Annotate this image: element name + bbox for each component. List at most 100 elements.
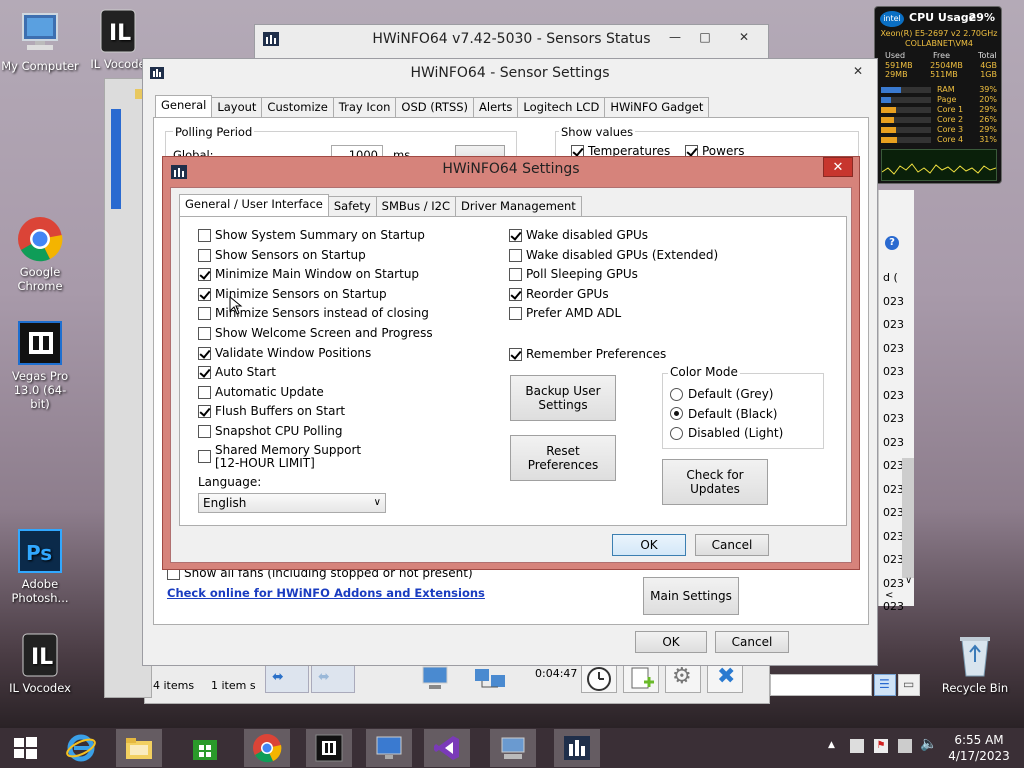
desktop-icon-vegas-pro[interactable]: Vegas Pro 13.0 (64-bit): [0, 320, 80, 411]
cancel-button[interactable]: Cancel: [695, 534, 769, 556]
check-for-updates-button[interactable]: Check for Updates: [662, 459, 768, 505]
checkbox-box[interactable]: [198, 248, 211, 262]
checkbox-box[interactable]: [198, 366, 211, 380]
option-checkbox[interactable]: Flush Buffers on Start: [198, 405, 345, 419]
option-checkbox[interactable]: Poll Sleeping GPUs: [509, 268, 638, 282]
checkbox-box[interactable]: [509, 287, 522, 301]
checkbox-box[interactable]: [198, 287, 211, 301]
add-report-button[interactable]: [623, 663, 659, 693]
minimize-button[interactable]: —: [658, 27, 692, 47]
reset-preferences-button[interactable]: Reset Preferences: [510, 435, 616, 481]
addons-link[interactable]: Check online for HWiNFO Addons and Exten…: [167, 586, 485, 600]
tab-alerts[interactable]: Alerts: [473, 97, 519, 117]
speaker-muted-icon[interactable]: 🔈: [920, 736, 937, 752]
taskbar-network-monitor[interactable]: [490, 729, 536, 767]
color-mode-radio[interactable]: Disabled (Light): [670, 426, 783, 440]
checkbox-box[interactable]: [509, 248, 522, 262]
checkbox-box[interactable]: [198, 327, 211, 340]
close-button[interactable]: ✕: [823, 157, 853, 177]
tab-hwinfo-gadget[interactable]: HWiNFO Gadget: [604, 97, 710, 117]
option-checkbox[interactable]: Reorder GPUs: [509, 287, 609, 301]
start-button[interactable]: [2, 729, 48, 767]
taskbar-remote-desktop[interactable]: [366, 729, 412, 767]
desktop-icon-google-chrome[interactable]: Google Chrome: [0, 216, 80, 293]
option-checkbox[interactable]: Wake disabled GPUs (Extended): [509, 248, 718, 262]
checkbox-box[interactable]: [509, 348, 522, 361]
sensors-search-field[interactable]: [770, 674, 872, 696]
remember-preferences-checkbox[interactable]: Remember Preferences: [509, 348, 666, 361]
option-checkbox[interactable]: Show System Summary on Startup: [198, 229, 425, 242]
checkbox-box[interactable]: [198, 307, 211, 321]
taskbar-vegas-pro[interactable]: [306, 729, 352, 767]
checkbox-box[interactable]: [198, 425, 211, 438]
option-checkbox[interactable]: Prefer AMD ADL: [509, 307, 621, 321]
help-icon[interactable]: ?: [885, 236, 899, 250]
color-mode-radio[interactable]: Default (Black): [670, 407, 778, 421]
tab-customize[interactable]: Customize: [261, 97, 334, 117]
taskbar-store[interactable]: [182, 729, 228, 767]
tab-general[interactable]: General: [155, 95, 213, 117]
taskbar-hwinfo[interactable]: [554, 729, 600, 767]
checkbox-box[interactable]: [198, 405, 211, 419]
settings-dialog[interactable]: HWiNFO64 Settings ✕ General / User Inter…: [162, 156, 860, 570]
tab-driver-management[interactable]: Driver Management: [455, 196, 582, 216]
checkbox-box[interactable]: [509, 229, 522, 242]
scroll-down-arrow-icon[interactable]: ∨: [905, 576, 912, 586]
settings-gear-button[interactable]: ⚙: [665, 663, 701, 693]
checkbox-box[interactable]: [198, 229, 211, 242]
close-sensors-button[interactable]: ✖: [707, 663, 743, 693]
tab-logitech-lcd[interactable]: Logitech LCD: [517, 97, 606, 117]
show-hidden-icons-button[interactable]: ▲: [828, 740, 835, 750]
radio-dot[interactable]: [670, 387, 683, 401]
clock-button[interactable]: [581, 663, 617, 693]
desktop-icon-my-computer[interactable]: My Computer: [0, 10, 80, 73]
cpu-usage-gadget[interactable]: intel CPU Usage 29% Xeon(R) E5-2697 v2 2…: [874, 6, 1002, 184]
option-checkbox[interactable]: Minimize Main Window on Startup: [198, 268, 419, 282]
system-clock[interactable]: 6:55 AM 4/17/2023: [944, 732, 1014, 764]
option-checkbox[interactable]: Snapshot CPU Polling: [198, 425, 343, 438]
close-button[interactable]: ✕: [724, 27, 764, 47]
desktop-icon-recycle-bin[interactable]: Recycle Bin: [935, 632, 1015, 695]
shared-memory-checkbox[interactable]: Shared Memory Support [12-HOUR LIMIT]: [198, 444, 361, 470]
checkbox-box[interactable]: [198, 268, 211, 282]
desktop-icon-il-vocodex[interactable]: IL IL Vocodex: [0, 632, 80, 695]
network-link-button[interactable]: [471, 663, 509, 693]
scroll-left-arrow-icon[interactable]: <: [885, 590, 893, 601]
option-checkbox[interactable]: Wake disabled GPUs: [509, 229, 648, 242]
ok-button[interactable]: OK: [612, 534, 686, 556]
nav-arrows-button[interactable]: ⬌: [265, 665, 309, 693]
maximize-button[interactable]: □: [688, 27, 722, 47]
tab-layout[interactable]: Layout: [211, 97, 263, 117]
network-tray-icon[interactable]: [898, 739, 912, 753]
desktop-icon-adobe-photoshop[interactable]: Ps Adobe Photosh...: [0, 528, 80, 605]
checkbox-box[interactable]: [509, 307, 522, 321]
taskbar-chrome[interactable]: [244, 729, 290, 767]
option-checkbox[interactable]: Show Welcome Screen and Progress: [198, 327, 433, 340]
tab-smbus-i2c[interactable]: SMBus / I2C: [375, 196, 456, 216]
checkbox-box[interactable]: [198, 385, 211, 399]
radio-dot[interactable]: [670, 407, 683, 421]
ok-button[interactable]: OK: [635, 631, 707, 653]
option-checkbox[interactable]: Validate Window Positions: [198, 346, 371, 360]
color-mode-radio[interactable]: Default (Grey): [670, 387, 773, 401]
option-checkbox[interactable]: Show Sensors on Startup: [198, 248, 366, 262]
tray-hardware-icon[interactable]: [850, 739, 864, 753]
language-select[interactable]: English ∨: [198, 493, 386, 513]
tab-osd-rtss[interactable]: OSD (RTSS): [395, 97, 475, 117]
taskbar-file-explorer[interactable]: [116, 729, 162, 767]
nav-arrows-disabled-button[interactable]: ⬌: [311, 665, 355, 693]
radio-dot[interactable]: [670, 426, 683, 440]
tab-safety[interactable]: Safety: [327, 196, 377, 216]
view-details-button[interactable]: ☰: [874, 674, 896, 696]
action-center-flag-icon[interactable]: ⚑: [874, 739, 888, 753]
scrollbar-thumb[interactable]: [902, 458, 914, 578]
cancel-button[interactable]: Cancel: [715, 631, 789, 653]
network-computer-button[interactable]: [417, 663, 455, 693]
tab-tray-icon[interactable]: Tray Icon: [332, 97, 397, 117]
checkbox-box[interactable]: [198, 450, 211, 463]
checkbox-box[interactable]: [198, 346, 211, 360]
option-checkbox[interactable]: Minimize Sensors on Startup: [198, 287, 387, 301]
option-checkbox[interactable]: Auto Start: [198, 366, 276, 380]
taskbar-internet-explorer[interactable]: [58, 729, 104, 767]
option-checkbox[interactable]: Automatic Update: [198, 385, 324, 399]
